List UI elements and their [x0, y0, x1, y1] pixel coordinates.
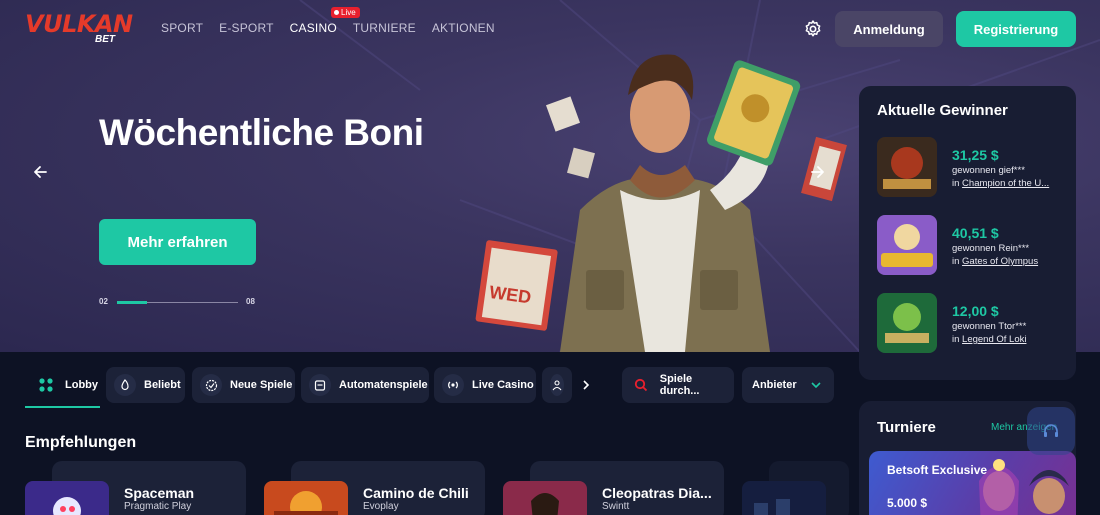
winner-item[interactable]: 40,51 $ gewonnen Rein*** in Gates of Oly… — [877, 215, 1067, 277]
top-header: VULKAN BET SPORT E-SPORT CASINO TURNIERE… — [0, 0, 1100, 58]
win-game: in Gates of Olympus — [952, 256, 1067, 267]
live-dot-icon — [334, 10, 339, 15]
win-in-label: in — [952, 178, 963, 189]
hero-character-illustration: WED — [475, 54, 847, 352]
category-live-casino[interactable]: Live Casino — [434, 367, 536, 403]
tournament-art — [979, 459, 1069, 515]
slide-progress-track — [117, 301, 238, 304]
headset-icon — [1044, 424, 1058, 437]
search-games-input[interactable]: Spiele durch... — [622, 367, 734, 403]
nav-sport[interactable]: SPORT — [161, 21, 203, 35]
support-chat-button[interactable] — [1027, 407, 1075, 455]
category-lobby[interactable]: Lobby — [25, 367, 100, 408]
game-thumbnail — [503, 481, 587, 515]
tournament-prize: 5.000 $ — [887, 496, 928, 510]
game-thumbnail — [877, 293, 937, 353]
hero-title: Wöchentliche Boni — [99, 112, 424, 153]
gear-icon[interactable] — [803, 19, 823, 39]
category-label: Automatenspiele — [339, 379, 428, 391]
win-game-link[interactable]: Legend Of Loki — [962, 334, 1026, 345]
win-player: gewonnen Rein*** — [952, 243, 1030, 254]
category-label: Lobby — [65, 379, 98, 391]
win-game-link[interactable]: Gates of Olympus — [962, 256, 1038, 267]
slot-machine-icon — [309, 374, 331, 396]
game-name: Camino de Chili — [363, 485, 469, 501]
slide-current: 02 — [99, 297, 108, 306]
win-player: gewonnen Ttor*** — [952, 321, 1027, 332]
game-name: Cleopatras Dia... — [602, 485, 712, 501]
category-label: Neue Spiele — [230, 379, 293, 391]
tournaments-title: Turniere — [877, 419, 936, 436]
game-thumbnail — [25, 481, 109, 515]
broadcast-icon — [442, 374, 464, 396]
win-game: in Legend Of Loki — [952, 334, 1067, 345]
live-badge: Live — [331, 7, 360, 18]
game-card[interactable]: Cleopatras Dia... Swintt — [503, 461, 724, 515]
game-card[interactable] — [742, 461, 849, 515]
category-more[interactable] — [542, 367, 572, 403]
login-button[interactable]: Anmeldung — [835, 11, 943, 47]
search-icon — [630, 374, 652, 396]
nav-turniere[interactable]: TURNIERE — [353, 21, 416, 35]
nav-esport[interactable]: E-SPORT — [219, 21, 274, 35]
winners-title: Aktuelle Gewinner — [877, 102, 1008, 119]
tournament-banner[interactable]: Betsoft Exclusive 5.000 $ — [869, 451, 1076, 515]
win-amount: 31,25 $ — [952, 147, 999, 163]
winner-item[interactable]: 31,25 $ gewonnen gief*** in Champion of … — [877, 137, 1067, 199]
game-card[interactable]: Spaceman Pragmatic Play — [25, 461, 246, 515]
category-label: Live Casino — [472, 379, 534, 391]
chevron-down-icon — [811, 382, 821, 389]
win-amount: 12,00 $ — [952, 303, 999, 319]
game-card[interactable]: Camino de Chili Evoplay — [264, 461, 485, 515]
dealer-icon — [550, 374, 564, 396]
vulkan-bet-logo[interactable]: VULKAN BET — [25, 10, 140, 46]
category-bar: Lobby Beliebt Neue Spiele Automatenspiel… — [0, 352, 858, 412]
game-provider: Pragmatic Play — [124, 501, 192, 512]
game-thumbnail — [742, 481, 826, 515]
nav-aktionen[interactable]: AKTIONEN — [432, 21, 495, 35]
hero-cta-button[interactable]: Mehr erfahren — [99, 219, 256, 265]
provider-label: Anbieter — [752, 379, 797, 391]
game-provider: Swintt — [602, 501, 630, 512]
win-amount: 40,51 $ — [952, 225, 999, 241]
win-game-link[interactable]: Champion of the U... — [962, 178, 1049, 189]
tournament-name: Betsoft Exclusive — [887, 463, 988, 477]
register-button[interactable]: Registrierung — [956, 11, 1076, 47]
recent-winners-panel: Aktuelle Gewinner 31,25 $ gewonnen gief*… — [859, 86, 1076, 380]
win-player: gewonnen gief*** — [952, 165, 1025, 176]
active-tab-indicator — [25, 406, 100, 408]
category-neue-spiele[interactable]: Neue Spiele — [192, 367, 295, 403]
winner-item[interactable]: 12,00 $ gewonnen Ttor*** in Legend Of Lo… — [877, 293, 1067, 355]
chevron-right-icon[interactable] — [581, 379, 591, 391]
search-placeholder: Spiele durch... — [659, 373, 700, 397]
logo-subtext: BET — [95, 34, 115, 45]
category-automatenspiele[interactable]: Automatenspiele — [301, 367, 429, 403]
live-badge-label: Live — [341, 8, 356, 17]
nav-casino[interactable]: CASINO — [290, 21, 337, 35]
game-name: Spaceman — [124, 485, 195, 501]
game-thumbnail — [877, 215, 937, 275]
grid-icon — [39, 378, 53, 392]
game-provider: Evoplay — [363, 501, 399, 512]
slide-progress-fill — [117, 301, 148, 304]
win-in-label: in — [952, 334, 963, 345]
flame-icon — [114, 374, 136, 396]
slide-progress: 02 08 — [99, 297, 259, 309]
category-label: Beliebt — [144, 379, 181, 391]
arrow-right-icon[interactable] — [810, 164, 826, 180]
game-thumbnail — [264, 481, 348, 515]
category-beliebt[interactable]: Beliebt — [106, 367, 185, 403]
win-game: in Champion of the U... — [952, 178, 1067, 189]
win-in-label: in — [952, 256, 963, 267]
main-nav: SPORT E-SPORT CASINO TURNIERE AKTIONEN L… — [161, 7, 511, 35]
arrow-left-icon[interactable] — [32, 164, 48, 180]
recommendations-title: Empfehlungen — [25, 434, 137, 451]
provider-dropdown[interactable]: Anbieter — [742, 367, 834, 403]
slide-total: 08 — [246, 297, 255, 306]
game-thumbnail — [877, 137, 937, 197]
logo-wordmark: VULKAN — [25, 10, 133, 38]
badge-icon — [200, 374, 222, 396]
